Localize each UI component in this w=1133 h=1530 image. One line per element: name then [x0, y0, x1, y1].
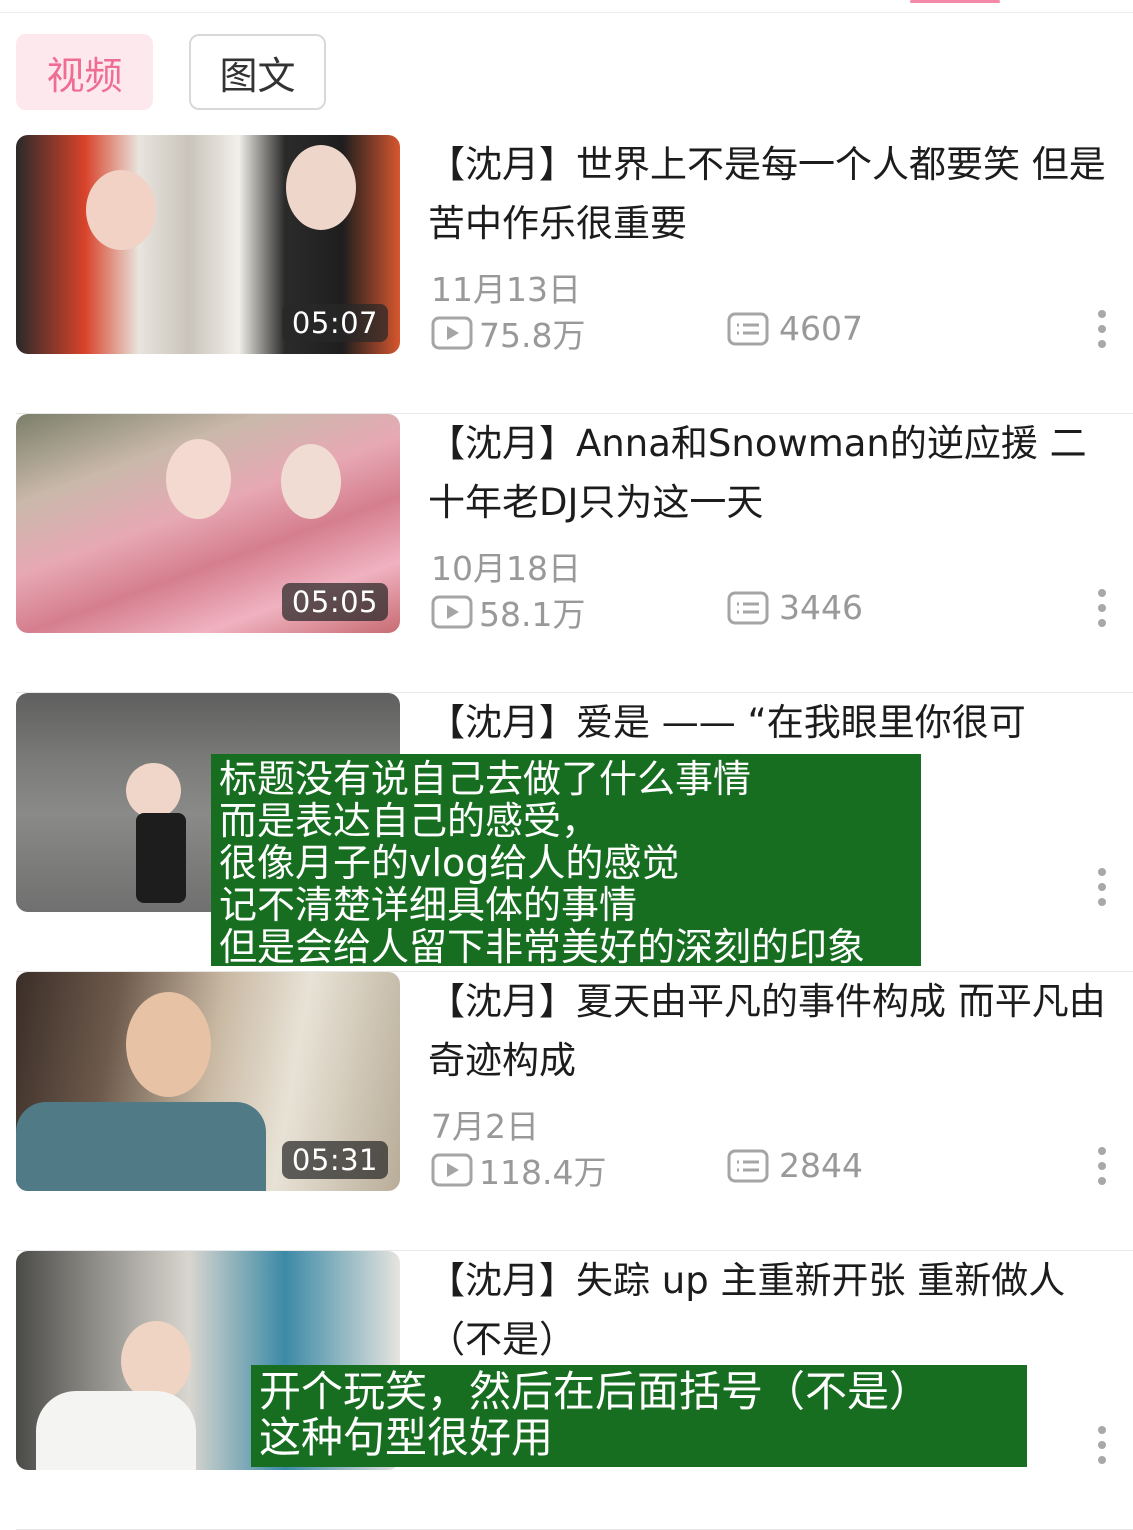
top-divider — [0, 12, 1133, 13]
annotation-note: 开个玩笑，然后在后面括号（不是） 这种句型很好用 — [251, 1365, 1027, 1467]
video-item[interactable]: 05:07 【沈月】世界上不是每一个人都要笑 但是苦中作乐很重要 11月13日 … — [0, 135, 1133, 414]
annotation-line: 开个玩笑，然后在后面括号（不是） — [259, 1367, 932, 1416]
more-vertical-icon[interactable] — [1090, 868, 1114, 914]
play-icon — [431, 316, 473, 350]
video-title[interactable]: 【沈月】Anna和Snowman的逆应援 二十年老DJ只为这一天 — [428, 414, 1118, 532]
more-vertical-icon[interactable] — [1090, 1147, 1114, 1193]
comments-count: 4607 — [779, 309, 863, 348]
tab-video[interactable]: 视频 — [16, 34, 153, 110]
annotation-line: 记不清楚详细具体的事情 — [219, 883, 638, 927]
more-vertical-icon[interactable] — [1090, 589, 1114, 635]
video-views: 58.1万 — [431, 588, 585, 636]
video-comments: 4607 — [727, 309, 863, 348]
views-count: 118.4万 — [479, 1153, 607, 1192]
video-thumbnail[interactable]: 05:05 — [16, 414, 400, 633]
tab-image-text[interactable]: 图文 — [189, 34, 326, 110]
annotation-line: 这种句型很好用 — [259, 1413, 554, 1462]
play-icon — [431, 1153, 473, 1187]
video-views: 118.4万 — [431, 1146, 606, 1194]
comments-count: 3446 — [779, 588, 863, 627]
video-date: 7月2日 — [431, 1107, 539, 1146]
comment-icon — [727, 312, 769, 345]
video-date: 11月13日 — [431, 270, 581, 309]
video-comments: 3446 — [727, 588, 863, 627]
more-vertical-icon[interactable] — [1090, 310, 1114, 356]
annotation-note: 标题没有说自己去做了什么事情 而是表达自己的感受， 很像月子的vlog给人的感觉… — [211, 754, 921, 969]
video-title[interactable]: 【沈月】世界上不是每一个人都要笑 但是苦中作乐很重要 — [428, 135, 1118, 253]
annotation-line: 但是会给人留下非常美好的深刻的印象 — [219, 925, 866, 969]
annotation-line: 而是表达自己的感受， — [219, 799, 600, 843]
video-thumbnail[interactable]: 05:07 — [16, 135, 400, 354]
video-title[interactable]: 【沈月】失踪 up 主重新开张 重新做人（不是） — [428, 1251, 1118, 1369]
video-duration: 05:05 — [281, 583, 388, 621]
views-count: 75.8万 — [479, 316, 586, 355]
content-type-tabs: 视频 图文 — [16, 34, 326, 112]
video-item[interactable]: 05:05 【沈月】Anna和Snowman的逆应援 二十年老DJ只为这一天 1… — [0, 414, 1133, 693]
video-thumbnail[interactable]: 05:31 — [16, 972, 400, 1191]
comment-icon — [727, 591, 769, 624]
annotation-line: 标题没有说自己去做了什么事情 — [219, 757, 752, 801]
play-icon — [431, 595, 473, 629]
top-tab-indicator — [910, 0, 1000, 3]
video-views: 75.8万 — [431, 309, 585, 357]
more-vertical-icon[interactable] — [1090, 1426, 1114, 1472]
video-date: 10月18日 — [431, 549, 581, 588]
views-count: 58.1万 — [479, 595, 586, 634]
video-comments: 2844 — [727, 1146, 863, 1185]
video-title[interactable]: 【沈月】夏天由平凡的事件构成 而平凡由奇迹构成 — [428, 972, 1118, 1090]
comment-icon — [727, 1149, 769, 1182]
video-item[interactable]: 05:31 【沈月】夏天由平凡的事件构成 而平凡由奇迹构成 7月2日 118.4… — [0, 972, 1133, 1251]
annotation-line: 很像月子的vlog给人的感觉 — [219, 841, 680, 885]
comments-count: 2844 — [779, 1146, 863, 1185]
video-duration: 05:07 — [281, 304, 388, 342]
video-duration: 05:31 — [281, 1141, 388, 1179]
video-title[interactable]: 【沈月】爱是 —— “在我眼里你很可 — [428, 693, 1118, 752]
